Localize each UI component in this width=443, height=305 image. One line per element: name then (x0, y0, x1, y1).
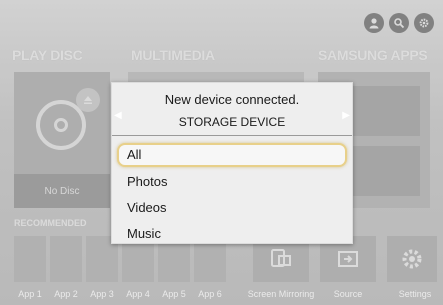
device-connected-popup: New device connected. ◀ STORAGE DEVICE ▶… (111, 82, 353, 244)
popup-message: New device connected. (164, 92, 300, 107)
option-videos[interactable]: Videos (117, 196, 347, 220)
option-music[interactable]: Music (117, 222, 347, 246)
divider (112, 135, 352, 136)
device-name: STORAGE DEVICE (178, 115, 286, 129)
option-all[interactable]: All (117, 143, 347, 167)
right-arrow-icon[interactable]: ▶ (342, 110, 350, 121)
option-photos[interactable]: Photos (117, 170, 347, 194)
